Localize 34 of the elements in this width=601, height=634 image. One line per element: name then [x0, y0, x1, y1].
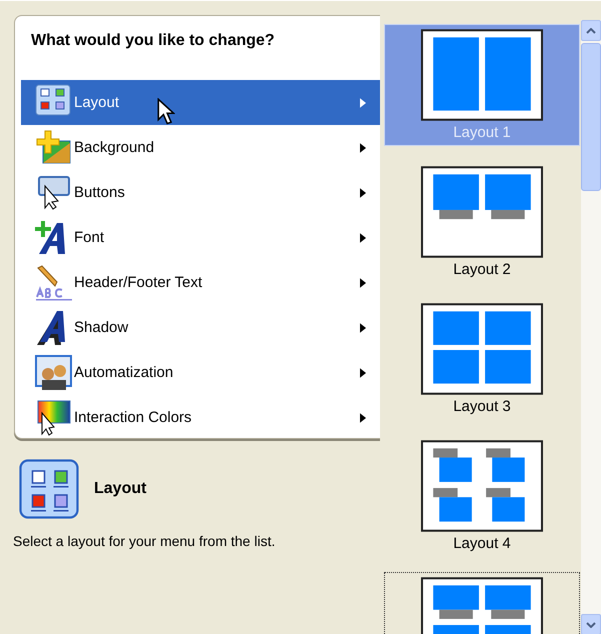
people-window-icon	[35, 354, 73, 392]
detail-description: Select a layout for your menu from the list.	[13, 533, 276, 549]
scroll-down-button[interactable]	[581, 614, 601, 634]
chevron-up-icon	[586, 28, 596, 34]
button-pointer-icon	[35, 174, 73, 212]
submenu-arrow-icon	[360, 98, 366, 108]
submenu-arrow-icon	[360, 368, 366, 378]
menu-item[interactable]: Header/Footer Text	[21, 260, 380, 305]
pencil-abc-icon	[35, 264, 73, 302]
menu-item[interactable]: Shadow	[21, 305, 380, 350]
picture-plus-icon	[35, 128, 73, 166]
submenu-arrow-icon	[360, 142, 366, 152]
submenu-arrow-icon	[360, 188, 366, 198]
mouse-pointer-icon	[157, 98, 175, 126]
scrollbar[interactable]	[581, 20, 601, 634]
chevron-down-icon	[586, 622, 596, 628]
menu-item[interactable]: Buttons	[21, 170, 380, 215]
submenu-arrow-icon	[360, 278, 366, 288]
scroll-up-button[interactable]	[581, 20, 601, 41]
menu-item[interactable]: Layout	[21, 80, 380, 125]
submenu-arrow-icon	[360, 322, 366, 332]
submenu-arrow-icon	[360, 232, 366, 242]
layout-option[interactable]: Layout 3	[384, 298, 580, 420]
menu-item[interactable]: Automatization	[21, 350, 380, 395]
submenu-arrow-icon	[360, 412, 366, 422]
menu-item[interactable]: Font	[21, 215, 380, 260]
layout-option[interactable]: Layout 2	[384, 161, 580, 283]
menu-item[interactable]: Background	[21, 125, 380, 170]
menu-heading: What would you like to change?	[30, 32, 276, 51]
scrollbar-thumb[interactable]	[581, 43, 601, 191]
menu-item[interactable]: Interaction Colors	[21, 395, 380, 440]
gradient-pointer-icon	[35, 398, 73, 436]
layout-option[interactable]: Layout 4	[384, 435, 580, 557]
detail-title: Layout	[94, 480, 146, 498]
